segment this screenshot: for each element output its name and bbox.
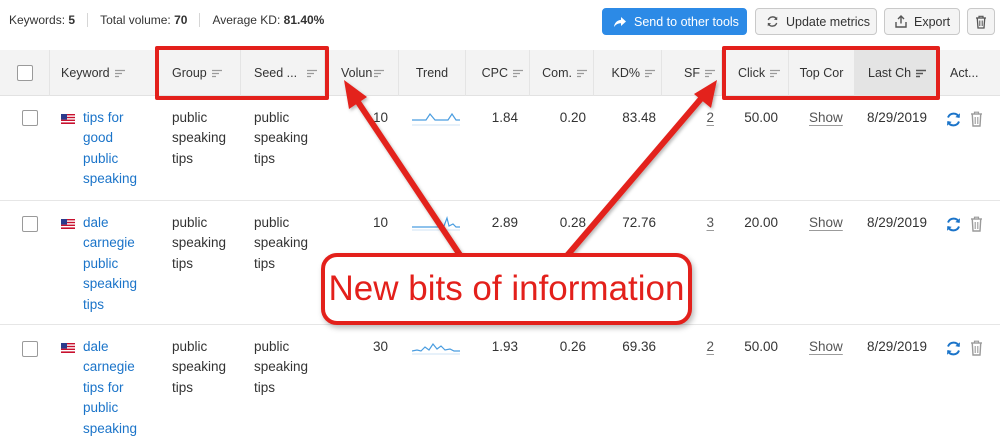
annotation-callout: New bits of information (321, 253, 692, 325)
arrow-right (562, 80, 717, 261)
callout-text: New bits of information (328, 269, 685, 308)
arrow-left (344, 80, 465, 261)
annotation-arrows (344, 80, 717, 261)
